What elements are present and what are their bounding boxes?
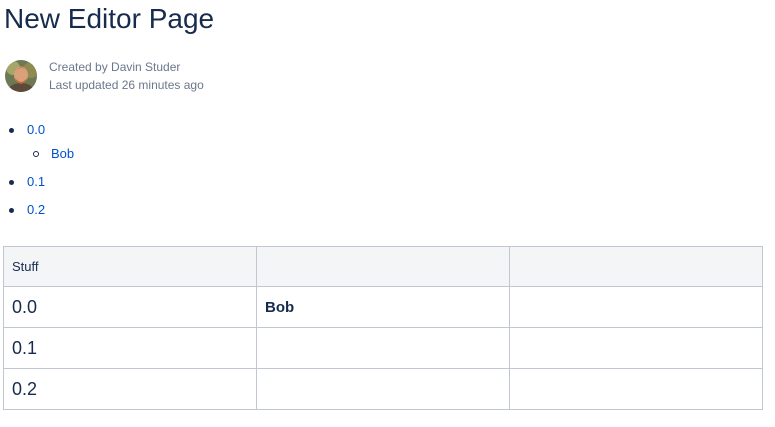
table-cell[interactable] xyxy=(509,286,763,328)
tree-link-0-0[interactable]: 0.0 xyxy=(27,122,45,137)
table-cell[interactable]: 0.2 xyxy=(3,368,257,410)
table-header-cell[interactable]: Stuff xyxy=(3,246,257,287)
page-title: New Editor Page xyxy=(4,3,215,34)
table-cell[interactable] xyxy=(256,368,510,410)
tree-item-bob: Bob xyxy=(27,145,74,163)
tree-item-0-0: 0.0 xyxy=(0,121,45,139)
bullet-icon xyxy=(9,128,14,133)
byline-text: Created by Davin Studer Last updated 26 … xyxy=(49,58,204,94)
author-avatar[interactable] xyxy=(5,60,37,92)
created-by: Created by Davin Studer xyxy=(49,60,181,74)
last-updated: Last updated 26 minutes ago xyxy=(49,78,204,92)
table-cell[interactable]: 0.0 xyxy=(3,286,257,328)
tree-item-0-2: 0.2 xyxy=(0,201,45,219)
tree-link-bob[interactable]: Bob xyxy=(51,146,74,161)
table-cell[interactable]: Bob xyxy=(256,286,510,328)
bullet-icon xyxy=(9,208,14,213)
bullet-icon xyxy=(9,180,14,185)
table-row: 0.2 xyxy=(3,368,763,410)
table-row: 0.0 Bob xyxy=(3,286,763,328)
tree-item-0-1: 0.1 xyxy=(0,173,45,191)
tree-link-0-2[interactable]: 0.2 xyxy=(27,202,45,217)
circle-bullet-icon xyxy=(33,151,39,157)
tree-link-0-1[interactable]: 0.1 xyxy=(27,174,45,189)
table-cell[interactable] xyxy=(509,327,763,369)
table-cell[interactable]: 0.1 xyxy=(3,327,257,369)
content-table: Stuff 0.0 Bob 0.1 0.2 xyxy=(3,246,763,410)
page-byline: Created by Davin Studer Last updated 26 … xyxy=(5,59,204,93)
table-cell[interactable] xyxy=(509,368,763,410)
table-header-row: Stuff xyxy=(3,246,763,287)
table-header-cell[interactable] xyxy=(509,246,763,287)
table-cell[interactable] xyxy=(256,327,510,369)
table-row: 0.1 xyxy=(3,327,763,369)
table-header-cell[interactable] xyxy=(256,246,510,287)
